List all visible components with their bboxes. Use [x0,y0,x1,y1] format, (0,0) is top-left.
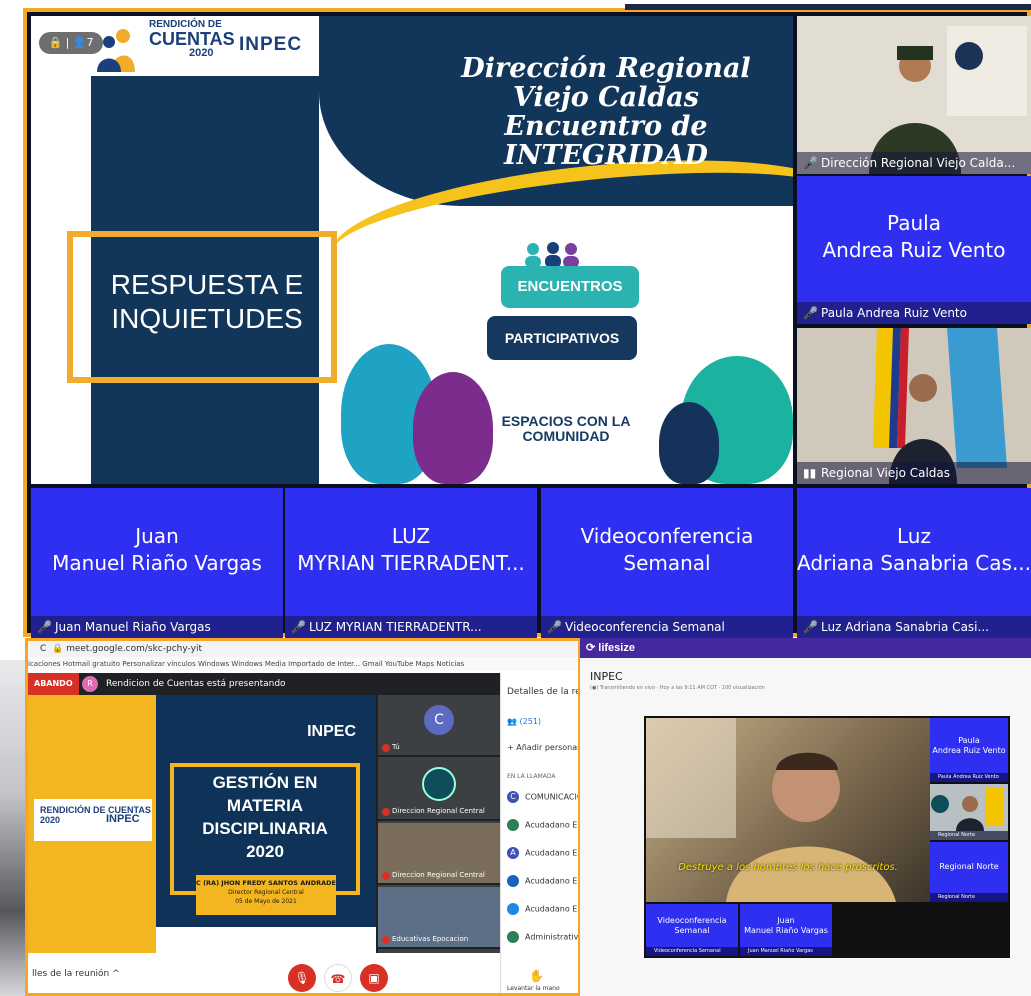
thumb-participant[interactable]: Educativas Epocacion [378,887,500,949]
stream-title: INPEC [590,670,623,683]
google-meet-window: C 🔒 meet.google.com/skc-pchy-yit icacion… [25,638,581,996]
participant-video [930,784,1008,831]
mic-muted-icon [382,744,390,752]
rendicion-logo: RENDICIÓN DE CUENTAS 2020 INPEC [34,799,152,841]
mic-muted-icon: 🎤 [37,620,52,634]
bookmarks-bar[interactable]: icaciones Hotmail gratuito Personalizar … [28,657,578,671]
camera-off-button[interactable]: ▣ [360,964,388,992]
espacios-label: ESPACIOS CON LA COMUNIDAD [501,413,631,444]
meet-thumbnails: C Tú Direccion Regional Central Direccio… [378,695,500,953]
tile-caption: ▮▮ Regional Viejo Caldas [797,462,1031,484]
mic-muted-icon: 🎤 [291,620,306,634]
slide-title: GESTIÓN EN MATERIA DISCIPLINARIA 2020 [202,773,328,861]
encuentros-label: ENCUENTROS [501,266,639,308]
recording-badge: ABANDO [28,673,79,695]
hand-icon[interactable]: ✋ [529,969,544,983]
top-bar-strip [625,4,1031,10]
tile-caption: 🎤 LUZ MYRIAN TIERRADENTR... [285,616,537,638]
mic-off-button[interactable]: 🎙 [288,964,316,992]
people-icon [525,242,579,268]
avatar: C [424,705,454,735]
people-icon: 👥 [507,717,517,726]
mic-muted-icon [382,872,390,880]
lock-indicator[interactable]: 🔒 | 👤7 [39,32,103,54]
participant-tile-regional-viejo-caldas[interactable]: ▮▮ Regional Viejo Caldas [797,328,1031,484]
add-people-button[interactable]: + Añadir personas [507,743,578,752]
presenter-avatar: R [82,676,98,692]
hang-up-button[interactable]: ☎ [324,964,352,992]
participant-row[interactable]: Administrativ [507,931,578,943]
head-silhouette-navy [659,402,719,484]
respuesta-text: RESPUESTA E INQUIETUDES [110,269,304,334]
raise-hand-button[interactable]: Levantar la mano [507,985,560,992]
participant-row[interactable]: Acudadano Ep [507,903,578,915]
participativos-label: PARTICIPATIVOS [487,316,637,360]
participant-video [797,16,1031,174]
video-subtitle: Destruye a los hombres los hace proscrit… [678,862,898,873]
meeting-details-link[interactable]: lles de la reunión ^ [32,969,120,979]
seal-icon [422,767,456,801]
logo-text: RENDICIÓN DE CUENTAS 2020 [149,19,235,59]
participant-tile-paula[interactable]: Paula Andrea Ruiz Vento 🎤 Paula Andrea Ru… [797,176,1031,324]
tile-caption: 🎤 Videoconferencia Semanal [541,616,793,638]
inpec-logo: INPEC [307,723,356,740]
meeting-details-panel: Detalles de la reunión 👥 (251) + Añadir … [500,673,578,993]
participant-row[interactable]: Acudadano Ep [507,875,578,887]
tile-caption: 🎤 Dirección Regional Viejo Calda... [797,152,1031,174]
lifesize-tile-juan[interactable]: Juan Manuel Riaño Vargas Juan Manuel Riañ… [740,904,832,956]
shared-slide: RENDICIÓN DE CUENTAS 2020 INPEC 🔒 | 👤7 D… [31,16,793,484]
stream-video [646,718,930,902]
thumb-participant[interactable]: Direccion Regional Central [378,823,500,885]
lifesize-window: ⟳ lifesize INPEC (●) Transmitiendo en vi… [580,638,1031,996]
slide-title: Dirección Regional Viejo Caldas Encuentr… [461,53,751,171]
mic-muted-icon: 🎤 [803,156,818,170]
stream-subtitle: (●) Transmitiendo en vivo · Hoy a las 9:… [590,685,765,691]
presenting-bar: ABANDO R Rendicion de Cuentas está prese… [28,673,500,695]
participant-tile-luz-myrian[interactable]: LUZ MYRIAN TIERRADENT... 🎤 LUZ MYRIAN TIE… [285,488,537,638]
thumb-self[interactable]: C Tú [378,695,500,757]
signal-icon: ▮▮ [803,466,817,480]
mic-muted-icon: 🎤 [547,620,562,634]
video-frame [646,718,896,902]
address-bar[interactable]: C 🔒 meet.google.com/skc-pchy-yit [28,641,578,657]
participant-tile-videoconferencia[interactable]: Videoconferencia Semanal 🎤 Videoconferenc… [541,488,793,638]
participant-row[interactable]: C COMUNICACIO [507,791,578,803]
video-gallery: RENDICIÓN DE CUENTAS 2020 INPEC 🔒 | 👤7 D… [23,4,1031,638]
lifesize-tile-videoconferencia[interactable]: Videoconferencia Semanal Videoconferencia… [646,904,738,956]
lifesize-tile-paula[interactable]: Paula Andrea Ruiz Vento Paula Andrea Ruiz… [930,718,1008,782]
tile-caption: 🎤 Luz Adriana Sanabria Casi... [797,616,1031,638]
lifesize-header: ⟳ lifesize [580,638,1031,658]
tile-caption: 🎤 Juan Manuel Riaño Vargas [31,616,283,638]
people-tab[interactable]: 👥 (251) [507,717,541,726]
mic-muted-icon: 🎤 [803,620,818,634]
mic-muted-icon: 🎤 [803,306,818,320]
meet-slide: INPEC GESTIÓN EN MATERIA DISCIPLINARIA 2… [156,695,376,953]
mic-muted-icon [382,936,390,944]
lifesize-tile-regional-norte-video[interactable]: Regional Norte [930,784,1008,840]
thumb-participant[interactable]: Direccion Regional Central [378,759,500,821]
tile-caption: 🎤 Paula Andrea Ruiz Vento [797,302,1031,324]
participant-row[interactable]: Acudadano Ep [507,819,578,831]
meet-controls: lles de la reunión ^ 🎙 ☎ ▣ [28,953,500,993]
lifesize-logo-icon: ⟳ [586,642,596,654]
participant-tile-luz-adriana[interactable]: Luz Adriana Sanabria Cas... 🎤 Luz Adriana… [797,488,1031,638]
mic-muted-icon [382,808,390,816]
add-person-icon: + [507,743,514,752]
participant-tile-direccion[interactable]: 🎤 Dirección Regional Viejo Calda... [797,16,1031,174]
stream-player[interactable]: Destruye a los hombres los hace proscrit… [644,716,1010,958]
presenting-text: Rendicion de Cuentas está presentando [106,679,286,689]
speaker-band: C (RA) JHON FREDY SANTOS ANDRADE Directo… [196,875,336,915]
participant-row[interactable]: A Acudadano Ep [507,847,578,859]
left-photo-strip [0,660,25,996]
lifesize-tile-regional-norte[interactable]: Regional Norte Regional Norte [930,842,1008,902]
head-silhouette-purple [413,372,493,484]
participant-tile-juan[interactable]: Juan Manuel Riaño Vargas 🎤 Juan Manuel Ri… [31,488,283,638]
left-margin [0,0,23,640]
inpec-logo: INPEC [239,34,303,55]
participant-video [797,328,1031,484]
